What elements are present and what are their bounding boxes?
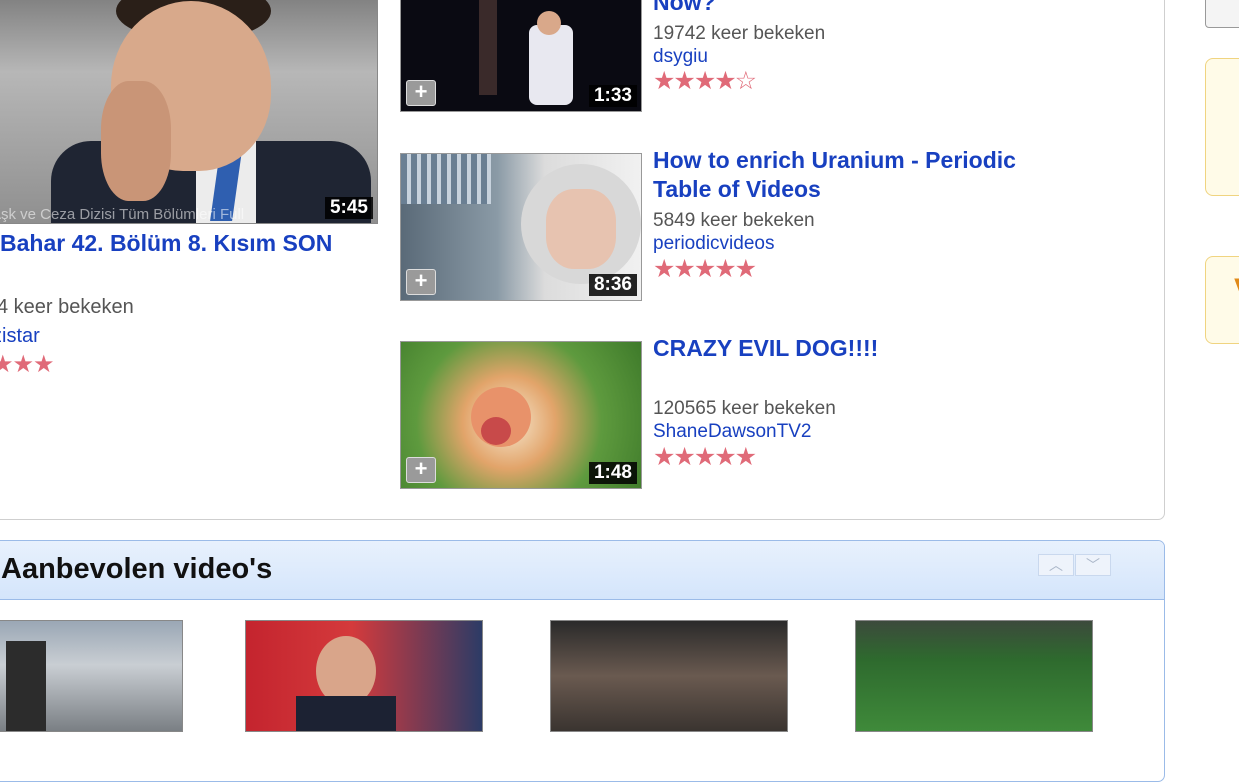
- recommended-video-thumbnail[interactable]: [855, 620, 1093, 732]
- video-title-link[interactable]: Now?: [653, 0, 1073, 17]
- rating-stars: ★★★: [0, 351, 55, 378]
- recommended-header: Aanbevolen video's ︿ ﹀: [0, 541, 1164, 600]
- add-to-queue-button[interactable]: +: [406, 80, 436, 106]
- featured-video-title[interactable]: Bahar 42. Bölüm 8. Kısım SON: [0, 230, 332, 257]
- thumbnail-overlay-text: Aşk ve Ceza Dizisi Tüm Bölümleri Full: [0, 206, 245, 223]
- uploader-link[interactable]: dsygiu: [653, 46, 708, 68]
- uploader-link[interactable]: periodicvideos: [653, 233, 774, 255]
- uploader-link[interactable]: ShaneDawsonTV2: [653, 421, 811, 443]
- duration-badge: 1:33: [588, 85, 637, 107]
- view-count: 120565 keer bekeken: [653, 398, 836, 419]
- rating-stars: ★★★★★: [653, 255, 757, 283]
- rating-stars: ★★★★☆: [653, 67, 757, 95]
- video-thumbnail[interactable]: + 1:33: [400, 0, 642, 112]
- view-count: 5849 keer bekeken: [653, 210, 815, 231]
- chevron-up-icon[interactable]: ︿: [1038, 554, 1074, 576]
- featured-video-thumbnail[interactable]: Aşk ve Ceza Dizisi Tüm Bölümleri Full 5:…: [0, 0, 378, 224]
- video-title-link[interactable]: CRAZY EVIL DOG!!!!: [653, 334, 1073, 363]
- duration-badge: 1:48: [588, 462, 637, 484]
- video-thumbnail[interactable]: + 1:48: [400, 341, 642, 489]
- video-thumbnail[interactable]: + 8:36: [400, 153, 642, 301]
- view-count: 19742 keer bekeken: [653, 23, 826, 44]
- recommended-video-thumbnail[interactable]: [550, 620, 788, 732]
- section-title: Aanbevolen video's: [1, 553, 273, 585]
- recommended-video-thumbnail[interactable]: [245, 620, 483, 732]
- sidebar-input[interactable]: [1205, 0, 1239, 28]
- sidebar-promo-box: [1205, 58, 1239, 196]
- sidebar-promo-box: V: [1205, 256, 1239, 344]
- duration-badge: 5:45: [324, 197, 373, 219]
- uploader-link[interactable]: zistar: [0, 325, 40, 348]
- add-to-queue-button[interactable]: +: [406, 269, 436, 295]
- view-count: 4 keer bekeken: [0, 296, 134, 318]
- duration-badge: 8:36: [588, 274, 637, 296]
- video-title-link[interactable]: How to enrich Uranium - Periodic Table o…: [653, 146, 1073, 204]
- add-to-queue-button[interactable]: +: [406, 457, 436, 483]
- recommended-video-thumbnail[interactable]: [0, 620, 183, 732]
- rating-stars: ★★★★★: [653, 443, 757, 471]
- sidebar-letter: V: [1234, 271, 1239, 316]
- chevron-down-icon[interactable]: ﹀: [1075, 554, 1111, 576]
